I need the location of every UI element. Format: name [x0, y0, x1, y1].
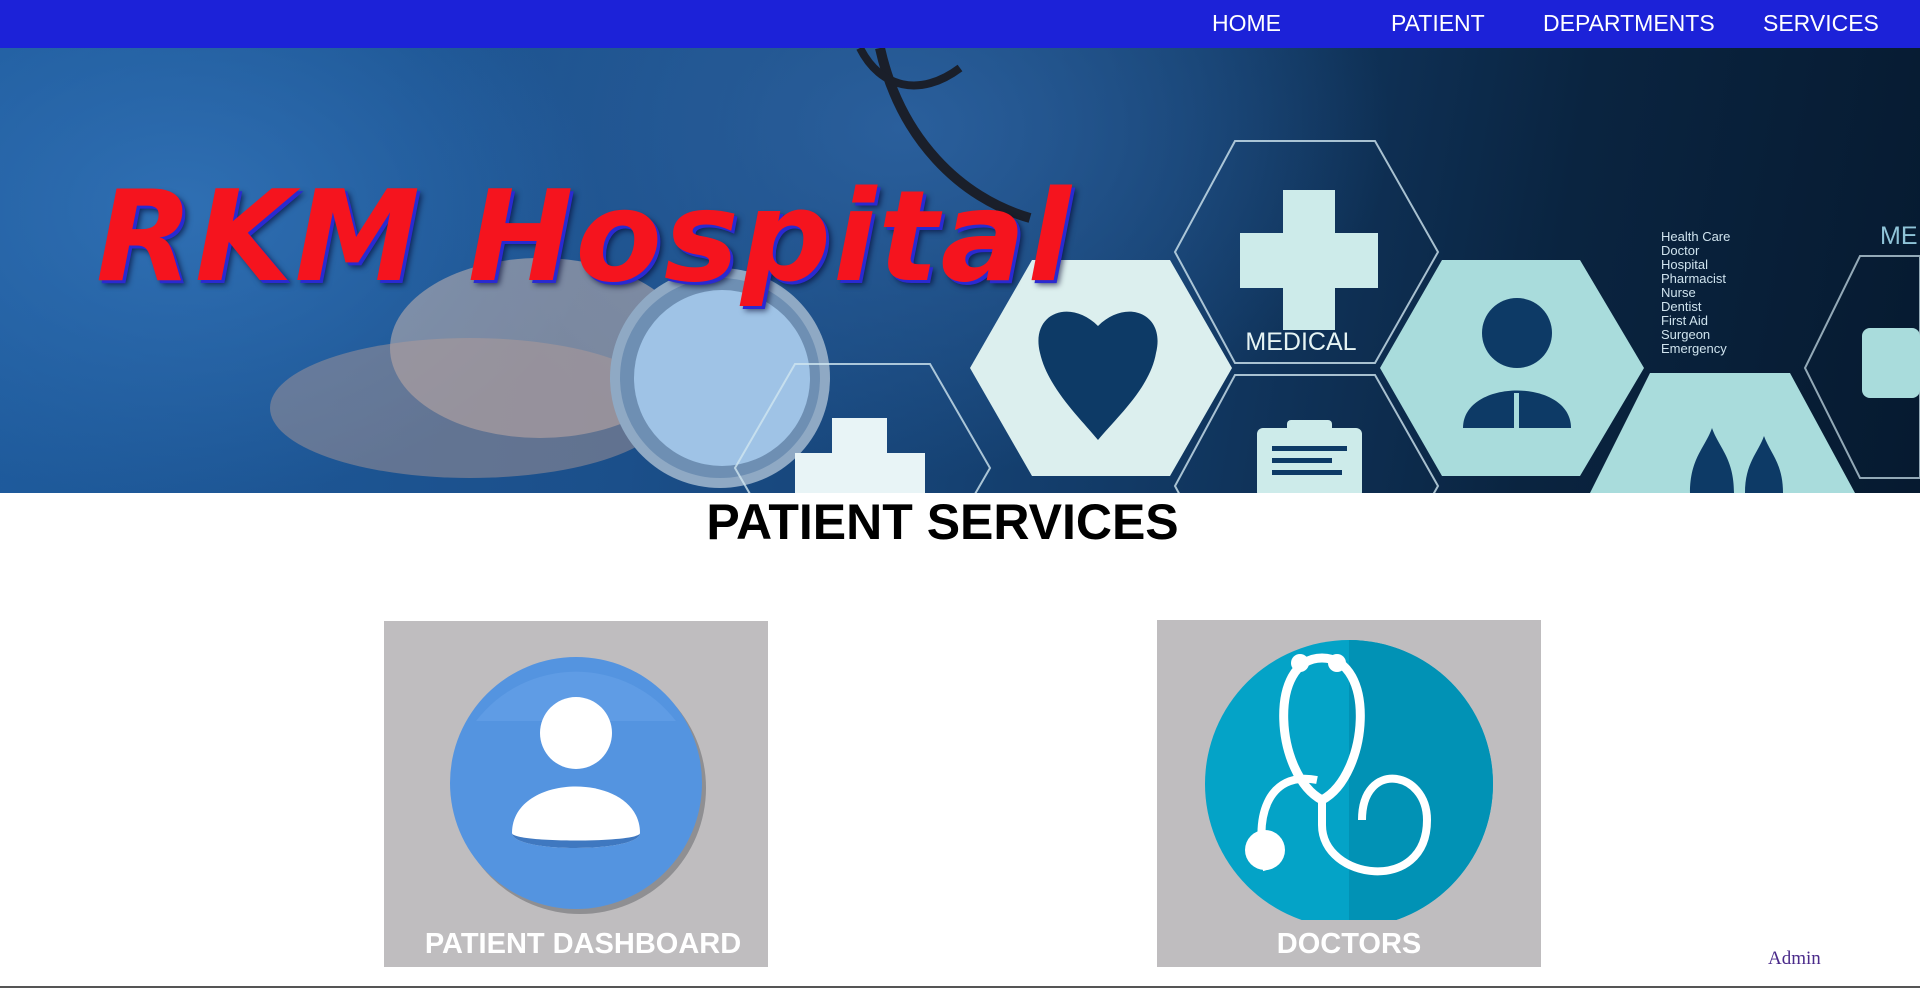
top-navbar: HOME PATIENT DEPARTMENTS SERVICES: [0, 0, 1920, 48]
hospital-title: RKM Hospital: [96, 163, 1073, 310]
doctors-label: DOCTORS: [1276, 928, 1422, 960]
patient-dashboard-label: PATIENT DASHBOARD: [424, 928, 742, 960]
hero-edge-text: ME: [1880, 222, 1918, 250]
nav-departments-link[interactable]: DEPARTMENTS: [1543, 0, 1715, 48]
side-list-item: Pharmacist: [1661, 271, 1726, 286]
user-avatar-icon: [450, 657, 706, 914]
page-title: PATIENT SERVICES: [706, 494, 1179, 550]
side-list-item: Dentist: [1661, 299, 1702, 314]
admin-link[interactable]: Admin: [1768, 948, 1821, 970]
side-list-item: Emergency: [1661, 341, 1727, 356]
patient-dashboard-card[interactable]: PATIENT DASHBOARD: [384, 621, 768, 967]
nav-home-link[interactable]: HOME: [1212, 0, 1281, 48]
doctors-card[interactable]: DOCTORS: [1157, 620, 1541, 967]
nav-patient-link[interactable]: PATIENT: [1391, 0, 1485, 48]
side-list-item: Health Care: [1661, 229, 1730, 244]
side-list-item: Nurse: [1661, 285, 1696, 300]
side-list-item: First Aid: [1661, 313, 1708, 328]
side-list-item: Surgeon: [1661, 327, 1710, 342]
hero-side-list: Health Care Doctor Hospital Pharmacist N…: [1661, 229, 1730, 356]
stethoscope-icon: [1205, 640, 1493, 920]
side-list-item: Doctor: [1661, 243, 1700, 258]
nav-services-link[interactable]: SERVICES: [1763, 0, 1879, 48]
hexagon-caption: MEDICAL: [1245, 328, 1356, 356]
side-list-item: Hospital: [1661, 257, 1708, 272]
hero-banner: MEDICAL Health Care Doctor Hospital Phar…: [0, 48, 1920, 493]
